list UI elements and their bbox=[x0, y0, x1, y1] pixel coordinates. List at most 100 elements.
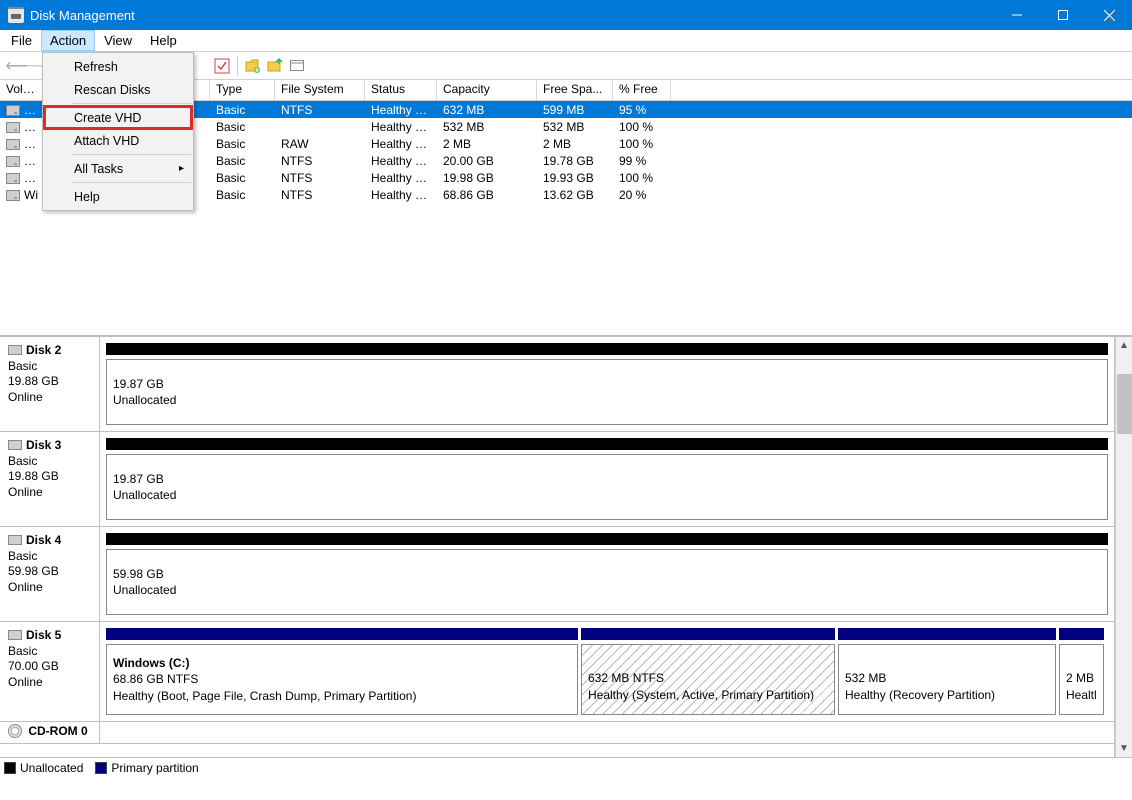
col-capacity[interactable]: Capacity bbox=[437, 80, 537, 100]
volume-icon bbox=[6, 122, 20, 133]
partition-stripe bbox=[106, 438, 1108, 450]
maximize-button[interactable] bbox=[1040, 0, 1086, 30]
cell-capacity: 19.98 GB bbox=[437, 171, 537, 185]
cell-filesystem: NTFS bbox=[275, 188, 365, 202]
partition-unallocated[interactable]: 19.87 GB Unallocated bbox=[106, 359, 1108, 425]
disk-row[interactable]: Disk 4 Basic 59.98 GB Online 59.98 GB Un… bbox=[0, 527, 1114, 622]
new-folder-icon[interactable] bbox=[242, 55, 264, 77]
menu-separator bbox=[72, 103, 191, 104]
cell-type: Basic bbox=[210, 154, 275, 168]
menu-item-refresh[interactable]: Refresh bbox=[44, 55, 192, 78]
col-percent-free[interactable]: % Free bbox=[613, 80, 671, 100]
scroll-up-button[interactable]: ▲ bbox=[1116, 337, 1132, 354]
window-controls bbox=[994, 0, 1132, 30]
scroll-down-button[interactable]: ▼ bbox=[1116, 740, 1132, 757]
col-freespace[interactable]: Free Spa... bbox=[537, 80, 613, 100]
cell-status: Healthy (S... bbox=[365, 103, 437, 117]
cell-type: Basic bbox=[210, 120, 275, 134]
legend-swatch-blue bbox=[95, 762, 107, 774]
disk-type: Basic bbox=[8, 359, 91, 375]
volume-icon bbox=[6, 139, 20, 150]
attach-folder-icon[interactable] bbox=[264, 55, 286, 77]
cell-capacity: 532 MB bbox=[437, 120, 537, 134]
disk-partition-graph[interactable]: 19.87 GB Unallocated bbox=[100, 337, 1114, 431]
disk-type: Basic bbox=[8, 644, 91, 660]
col-status[interactable]: Status bbox=[365, 80, 437, 100]
cell-percent-free: 100 % bbox=[613, 137, 671, 151]
vertical-scrollbar[interactable]: ▲ ▼ bbox=[1115, 337, 1132, 757]
partition-stripe bbox=[106, 533, 1108, 545]
disk-partition-graph[interactable]: 59.98 GB Unallocated bbox=[100, 527, 1114, 621]
disk-partition-graph[interactable]: Windows (C:) 68.86 GB NTFS Healthy (Boot… bbox=[100, 622, 1114, 721]
cell-capacity: 2 MB bbox=[437, 137, 537, 151]
disk-partition-graph[interactable] bbox=[100, 722, 1114, 743]
disk-info: CD-ROM 0 bbox=[0, 722, 100, 743]
refresh-icon[interactable] bbox=[211, 55, 233, 77]
legend-primary: Primary partition bbox=[95, 761, 198, 775]
nav-back-button[interactable]: ⟵ bbox=[6, 55, 28, 77]
partition-system-reserved[interactable]: 632 MB NTFS Healthy (System, Active, Pri… bbox=[581, 644, 835, 715]
cell-capacity: 632 MB bbox=[437, 103, 537, 117]
menu-action[interactable]: Action bbox=[41, 30, 95, 51]
cell-freespace: 532 MB bbox=[537, 120, 613, 134]
disk-partition-graph[interactable]: 19.87 GB Unallocated bbox=[100, 432, 1114, 526]
cell-percent-free: 100 % bbox=[613, 120, 671, 134]
col-type[interactable]: Type bbox=[210, 80, 275, 100]
partition-stripe bbox=[1059, 628, 1104, 640]
disk-graphical-view: Disk 2 Basic 19.88 GB Online 19.87 GB Un… bbox=[0, 336, 1132, 778]
disk-row[interactable]: CD-ROM 0 bbox=[0, 722, 1114, 744]
disk-size: 59.98 GB bbox=[8, 564, 91, 580]
partition-small[interactable]: 2 MB Healtl bbox=[1059, 644, 1104, 715]
properties-icon[interactable] bbox=[286, 55, 308, 77]
cell-filesystem: NTFS bbox=[275, 171, 365, 185]
menu-item-create-vhd[interactable]: Create VHD bbox=[44, 106, 192, 129]
col-volume[interactable]: Volume bbox=[0, 80, 45, 100]
cell-freespace: 19.78 GB bbox=[537, 154, 613, 168]
volume-name: Wi bbox=[24, 188, 38, 202]
disk-info: Disk 5 Basic 70.00 GB Online bbox=[0, 622, 100, 721]
cell-percent-free: 20 % bbox=[613, 188, 671, 202]
cell-type: Basic bbox=[210, 171, 275, 185]
cdrom-icon bbox=[8, 724, 22, 738]
cell-freespace: 599 MB bbox=[537, 103, 613, 117]
cell-filesystem: NTFS bbox=[275, 103, 365, 117]
menu-item-help[interactable]: Help bbox=[44, 185, 192, 208]
cell-capacity: 68.86 GB bbox=[437, 188, 537, 202]
disk-row[interactable]: Disk 3 Basic 19.88 GB Online 19.87 GB Un… bbox=[0, 432, 1114, 527]
minimize-button[interactable] bbox=[994, 0, 1040, 30]
col-filesystem[interactable]: File System bbox=[275, 80, 365, 100]
disk-row[interactable]: Disk 5 Basic 70.00 GB Online Windows (C:… bbox=[0, 622, 1114, 722]
cell-percent-free: 99 % bbox=[613, 154, 671, 168]
menu-item-attach-vhd[interactable]: Attach VHD bbox=[44, 129, 192, 152]
legend-unallocated: Unallocated bbox=[4, 761, 83, 775]
close-button[interactable] bbox=[1086, 0, 1132, 30]
cell-status: Healthy (B... bbox=[365, 188, 437, 202]
menu-separator bbox=[72, 154, 191, 155]
disk-status: Online bbox=[8, 485, 91, 501]
partition-windows-c[interactable]: Windows (C:) 68.86 GB NTFS Healthy (Boot… bbox=[106, 644, 578, 715]
volume-icon bbox=[6, 156, 20, 167]
cell-type: Basic bbox=[210, 188, 275, 202]
cell-freespace: 19.93 GB bbox=[537, 171, 613, 185]
menu-item-all-tasks[interactable]: All Tasks ▸ bbox=[44, 157, 192, 180]
menu-help[interactable]: Help bbox=[141, 30, 186, 51]
disk-row[interactable]: Disk 2 Basic 19.88 GB Online 19.87 GB Un… bbox=[0, 337, 1114, 432]
cell-percent-free: 95 % bbox=[613, 103, 671, 117]
submenu-arrow-icon: ▸ bbox=[179, 163, 184, 174]
partition-stripe bbox=[838, 628, 1056, 640]
partition-unallocated[interactable]: 19.87 GB Unallocated bbox=[106, 454, 1108, 520]
disk-status: Online bbox=[8, 390, 91, 406]
toolbar-separator bbox=[237, 56, 238, 76]
disk-size: 19.88 GB bbox=[8, 469, 91, 485]
menu-item-rescan-disks[interactable]: Rescan Disks bbox=[44, 78, 192, 101]
menu-file[interactable]: File bbox=[2, 30, 41, 51]
window-title: Disk Management bbox=[30, 8, 135, 23]
partition-recovery[interactable]: 532 MB Healthy (Recovery Partition) bbox=[838, 644, 1056, 715]
menu-view[interactable]: View bbox=[95, 30, 141, 51]
partition-unallocated[interactable]: 59.98 GB Unallocated bbox=[106, 549, 1108, 615]
scroll-thumb[interactable] bbox=[1117, 374, 1132, 434]
cell-percent-free: 100 % bbox=[613, 171, 671, 185]
cell-status: Healthy (P... bbox=[365, 154, 437, 168]
cell-freespace: 2 MB bbox=[537, 137, 613, 151]
disk-type: Basic bbox=[8, 549, 91, 565]
